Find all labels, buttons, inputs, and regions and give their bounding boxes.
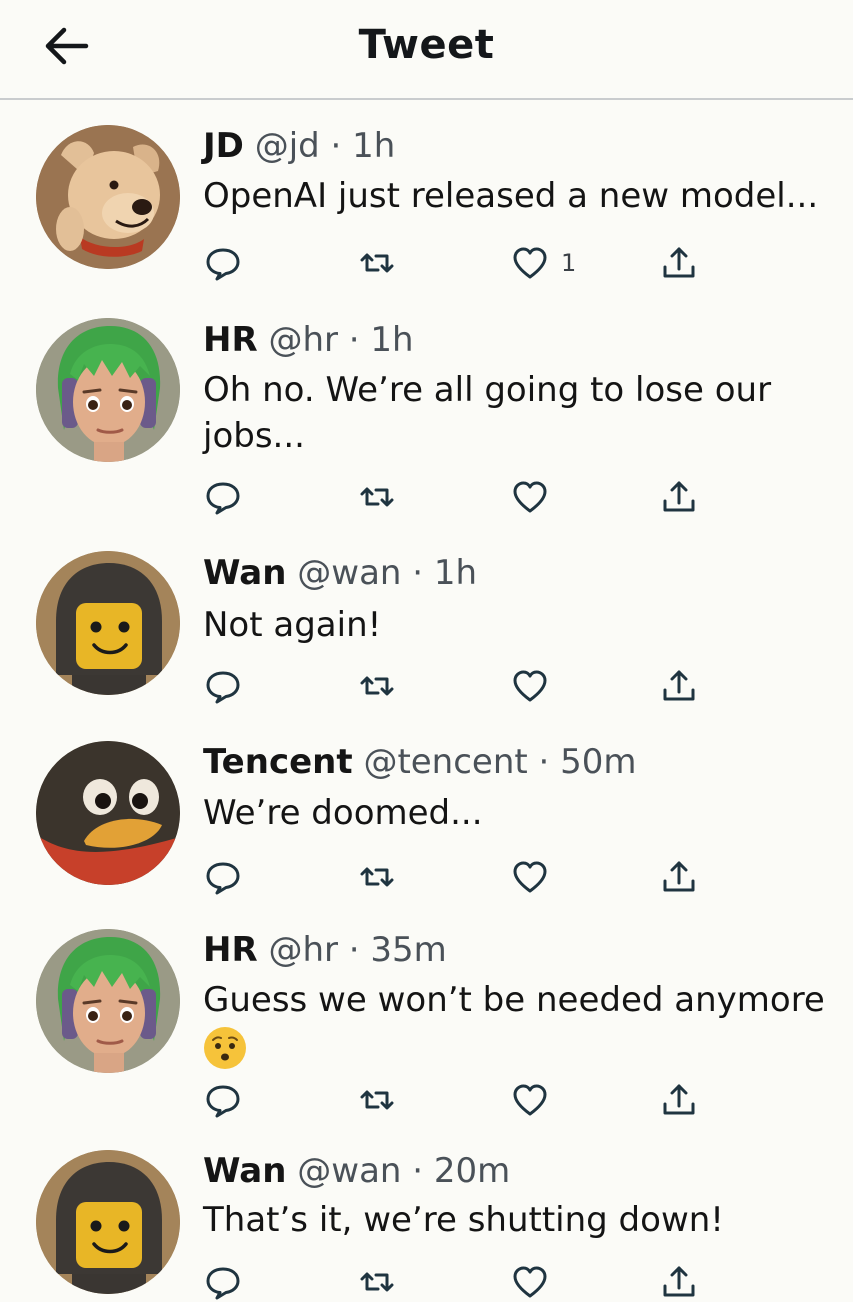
green-hair-person-avatar[interactable]: [36, 929, 180, 1073]
share-button[interactable]: [660, 666, 698, 706]
tweet-actions: [0, 1262, 853, 1302]
retweet-button[interactable]: [358, 1262, 396, 1302]
tweet-meta: Wan @wan · 20m: [203, 1151, 511, 1191]
tweet-text: We’re doomed...: [203, 793, 483, 833]
retweet-icon: [360, 1090, 394, 1110]
reply-button[interactable]: [204, 243, 242, 283]
author-name[interactable]: HR: [203, 930, 258, 970]
tweet-text-block: Guess we won’t be needed anymore: [203, 977, 833, 1070]
reply-button[interactable]: [204, 1080, 242, 1120]
page-title: Tweet: [358, 22, 495, 68]
author-handle: @wan: [297, 553, 402, 593]
retweet-icon: [360, 1272, 394, 1292]
share-icon: [663, 481, 695, 512]
tweet-actions: [0, 666, 853, 706]
tweet-meta: HR @hr · 35m: [203, 930, 447, 970]
retweet-button[interactable]: [358, 857, 396, 897]
share-button[interactable]: [660, 477, 698, 517]
like-button[interactable]: [511, 1080, 549, 1120]
reply-icon: [206, 1267, 240, 1300]
author-handle: @jd: [254, 126, 320, 166]
reply-button[interactable]: [204, 666, 242, 706]
share-icon: [663, 1084, 695, 1115]
reply-icon: [206, 1085, 240, 1118]
author-name[interactable]: JD: [203, 126, 244, 166]
retweet-icon: [360, 676, 394, 696]
author-name[interactable]: Wan: [203, 1151, 286, 1191]
like-button[interactable]: [511, 666, 549, 706]
tweet-time: 1h: [370, 320, 414, 360]
like-button[interactable]: [511, 477, 549, 517]
author-name[interactable]: Tencent: [203, 742, 353, 782]
like-icon: [513, 670, 547, 702]
like-button[interactable]: [511, 1262, 549, 1302]
author-name[interactable]: Wan: [203, 553, 286, 593]
tweet-time: 35m: [370, 930, 447, 970]
retweet-icon: [360, 867, 394, 887]
like-icon: [513, 1084, 547, 1116]
green-hair-person-avatar[interactable]: [36, 318, 180, 462]
share-button[interactable]: [660, 1080, 698, 1120]
tweet-text: OpenAI just released a new model...: [203, 176, 819, 216]
author-handle: @tencent: [363, 742, 528, 782]
tweet-text: Guess we won’t be needed anymore: [203, 980, 825, 1020]
share-button[interactable]: [660, 243, 698, 283]
retweet-button[interactable]: [358, 243, 396, 283]
reply-icon: [206, 671, 240, 704]
tweet-actions: [0, 857, 853, 897]
worried-face-emoji: [203, 1025, 247, 1070]
like-icon: [513, 247, 547, 279]
like-button[interactable]: 1: [511, 243, 576, 283]
tweet-meta: Wan @wan · 1h: [203, 553, 478, 593]
tweet-time: 1h: [352, 126, 396, 166]
reply-button[interactable]: [204, 1262, 242, 1302]
tweet-time: 1h: [433, 553, 478, 593]
share-icon: [663, 670, 695, 701]
tweet-actions: 1: [0, 243, 853, 283]
tweet-text: That’s it, we’re shutting down!: [203, 1200, 724, 1240]
retweet-button[interactable]: [358, 477, 396, 517]
tweet-time: 20m: [433, 1151, 511, 1191]
author-handle: @hr: [268, 930, 338, 970]
share-button[interactable]: [660, 1262, 698, 1302]
tweet-actions: [0, 1080, 853, 1120]
like-icon: [513, 1266, 547, 1298]
reply-icon: [206, 482, 240, 515]
share-button[interactable]: [660, 857, 698, 897]
like-count: 1: [561, 249, 577, 277]
tweet-actions: [0, 477, 853, 517]
retweet-button[interactable]: [358, 1080, 396, 1120]
retweet-icon: [360, 487, 394, 507]
like-button[interactable]: [511, 857, 549, 897]
reply-button[interactable]: [204, 477, 242, 517]
like-icon: [513, 861, 547, 893]
author-handle: @wan: [297, 1151, 402, 1191]
tweet-meta: HR @hr · 1h: [203, 320, 414, 360]
tweet-text: Not again!: [203, 605, 382, 645]
share-icon: [663, 247, 695, 278]
author-handle: @hr: [268, 320, 338, 360]
share-icon: [663, 861, 695, 892]
like-icon: [513, 481, 547, 513]
tweet-meta: JD @jd · 1h: [203, 126, 396, 166]
top-bar: Tweet: [0, 0, 853, 100]
reply-icon: [206, 248, 240, 281]
tweet-text: Oh no. We’re all going to lose our jobs.…: [203, 370, 772, 456]
reply-button[interactable]: [204, 857, 242, 897]
retweet-icon: [360, 253, 394, 273]
reply-icon: [206, 862, 240, 895]
author-name[interactable]: HR: [203, 320, 258, 360]
share-icon: [663, 1266, 695, 1297]
tweet-time: 50m: [560, 742, 637, 782]
retweet-button[interactable]: [358, 666, 396, 706]
tweet-meta: Tencent @tencent · 50m: [203, 742, 637, 782]
